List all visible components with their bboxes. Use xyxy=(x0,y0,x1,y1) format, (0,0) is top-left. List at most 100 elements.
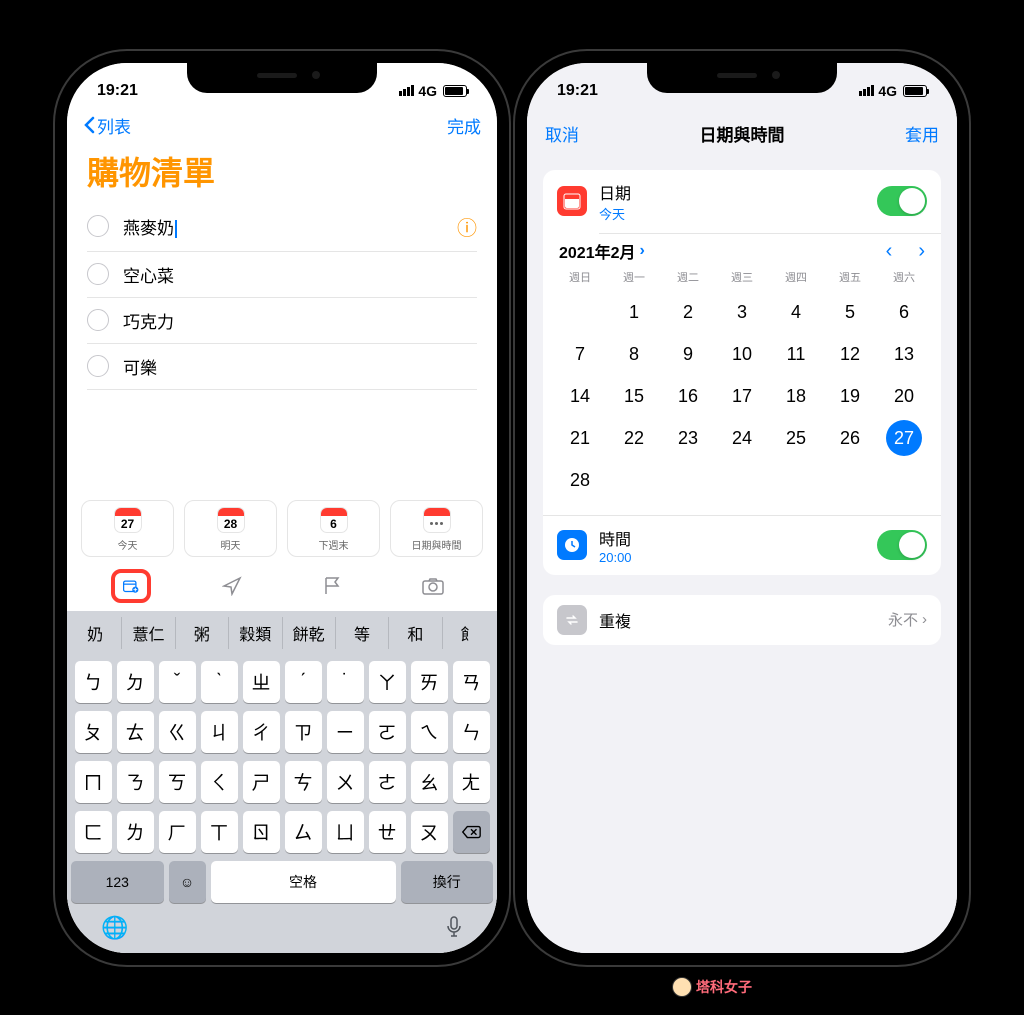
reminder-item[interactable]: 可樂 xyxy=(87,344,477,390)
calendar-day[interactable]: 22 xyxy=(607,417,661,459)
quick-today[interactable]: 27 今天 xyxy=(81,500,174,557)
key[interactable]: ㄜ xyxy=(369,761,406,803)
calendar-day[interactable]: 25 xyxy=(769,417,823,459)
key-space[interactable]: 空格 xyxy=(211,861,396,903)
key[interactable]: ㄓ xyxy=(243,661,280,703)
radio-unchecked[interactable] xyxy=(87,263,109,285)
quick-weekend[interactable]: 6 下週末 xyxy=(287,500,380,557)
calendar-day[interactable]: 9 xyxy=(661,333,715,375)
key[interactable]: ㄞ xyxy=(411,661,448,703)
suggestion[interactable]: 餅乾 xyxy=(283,617,336,649)
back-button[interactable]: 列表 xyxy=(83,113,131,138)
calendar-day[interactable]: 6 xyxy=(877,291,931,333)
time-toggle[interactable] xyxy=(877,530,927,560)
calendar-day[interactable]: 20 xyxy=(877,375,931,417)
key[interactable]: ㄗ xyxy=(285,711,322,753)
suggestion[interactable]: 粥 xyxy=(176,617,229,649)
key[interactable]: ㄙ xyxy=(285,811,322,853)
calendar-day[interactable]: 17 xyxy=(715,375,769,417)
calendar-day[interactable]: 10 xyxy=(715,333,769,375)
suggestion[interactable]: 等 xyxy=(336,617,389,649)
calendar-day[interactable]: 28 xyxy=(553,459,607,501)
key[interactable]: ㄉ xyxy=(117,661,154,703)
key[interactable]: ㄏ xyxy=(159,811,196,853)
calendar-day[interactable]: 2 xyxy=(661,291,715,333)
info-icon[interactable]: ⓘ xyxy=(457,212,477,241)
calendar-day[interactable]: 12 xyxy=(823,333,877,375)
reminder-item[interactable]: 空心菜 xyxy=(87,252,477,298)
calendar-day[interactable]: 14 xyxy=(553,375,607,417)
mic-icon[interactable] xyxy=(445,915,463,945)
month-selector[interactable]: 2021年2月 › xyxy=(559,239,645,263)
key[interactable]: ㄡ xyxy=(411,811,448,853)
key-delete[interactable] xyxy=(453,811,490,853)
calendar-day[interactable]: 11 xyxy=(769,333,823,375)
key[interactable]: ㄨ xyxy=(327,761,364,803)
key[interactable]: ㄘ xyxy=(285,761,322,803)
camera-button[interactable] xyxy=(413,569,453,603)
key[interactable]: ㄇ xyxy=(75,761,112,803)
key[interactable]: ㄌ xyxy=(117,811,154,853)
calendar-day[interactable]: 15 xyxy=(607,375,661,417)
next-month-button[interactable]: › xyxy=(918,240,925,263)
location-button[interactable] xyxy=(212,569,252,603)
key[interactable]: ㄛ xyxy=(369,711,406,753)
key[interactable]: ㄢ xyxy=(453,661,490,703)
key[interactable]: ㄔ xyxy=(243,711,280,753)
key[interactable]: ㄋ xyxy=(117,761,154,803)
suggestion[interactable]: 薏仁 xyxy=(122,617,175,649)
radio-unchecked[interactable] xyxy=(87,355,109,377)
key[interactable]: ㄠ xyxy=(411,761,448,803)
key[interactable]: ㄐ xyxy=(201,711,238,753)
suggestion[interactable]: 飠 xyxy=(443,617,495,649)
radio-unchecked[interactable] xyxy=(87,309,109,331)
radio-unchecked[interactable] xyxy=(87,215,109,237)
key[interactable]: ˊ xyxy=(285,661,322,703)
key[interactable]: ˙ xyxy=(327,661,364,703)
calendar-day[interactable]: 21 xyxy=(553,417,607,459)
date-toggle[interactable] xyxy=(877,186,927,216)
key[interactable]: ㄈ xyxy=(75,811,112,853)
key[interactable]: ˇ xyxy=(159,661,196,703)
calendar-day[interactable]: 3 xyxy=(715,291,769,333)
key[interactable]: ㄣ xyxy=(453,711,490,753)
key[interactable]: ㄧ xyxy=(327,711,364,753)
key[interactable]: ㄎ xyxy=(159,761,196,803)
calendar-button-highlighted[interactable] xyxy=(111,569,151,603)
cancel-button[interactable]: 取消 xyxy=(545,121,579,146)
calendar-day[interactable]: 24 xyxy=(715,417,769,459)
done-button[interactable]: 完成 xyxy=(447,113,481,138)
key[interactable]: ㄅ xyxy=(75,661,112,703)
apply-button[interactable]: 套用 xyxy=(905,121,939,146)
prev-month-button[interactable]: ‹ xyxy=(886,240,893,263)
key[interactable]: ㄤ xyxy=(453,761,490,803)
key[interactable]: ㄍ xyxy=(159,711,196,753)
repeat-card[interactable]: 重複 永不 › xyxy=(543,595,941,645)
flag-button[interactable] xyxy=(312,569,352,603)
key[interactable]: ㄖ xyxy=(243,811,280,853)
calendar-day[interactable]: 4 xyxy=(769,291,823,333)
key-123[interactable]: 123 xyxy=(71,861,164,903)
calendar-day[interactable]: 5 xyxy=(823,291,877,333)
quick-datetime[interactable]: 日期與時間 xyxy=(390,500,483,557)
key[interactable]: ㄚ xyxy=(369,661,406,703)
key-return[interactable]: 換行 xyxy=(401,861,494,903)
suggestion[interactable]: 和 xyxy=(389,617,442,649)
key[interactable]: ㄕ xyxy=(243,761,280,803)
key[interactable]: ㄩ xyxy=(327,811,364,853)
reminder-item[interactable]: 巧克力 xyxy=(87,298,477,344)
calendar-day[interactable]: 8 xyxy=(607,333,661,375)
key[interactable]: ㄊ xyxy=(117,711,154,753)
reminder-item[interactable]: 燕麥奶 ⓘ xyxy=(87,202,477,252)
calendar-day[interactable]: 27 xyxy=(886,420,922,456)
key[interactable]: ㄆ xyxy=(75,711,112,753)
suggestion[interactable]: 奶 xyxy=(69,617,122,649)
calendar-day[interactable]: 23 xyxy=(661,417,715,459)
key[interactable]: ㄑ xyxy=(201,761,238,803)
quick-tomorrow[interactable]: 28 明天 xyxy=(184,500,277,557)
calendar-day[interactable]: 18 xyxy=(769,375,823,417)
calendar-day[interactable]: 26 xyxy=(823,417,877,459)
calendar-day[interactable]: 7 xyxy=(553,333,607,375)
calendar-day[interactable]: 13 xyxy=(877,333,931,375)
key[interactable]: ˋ xyxy=(201,661,238,703)
